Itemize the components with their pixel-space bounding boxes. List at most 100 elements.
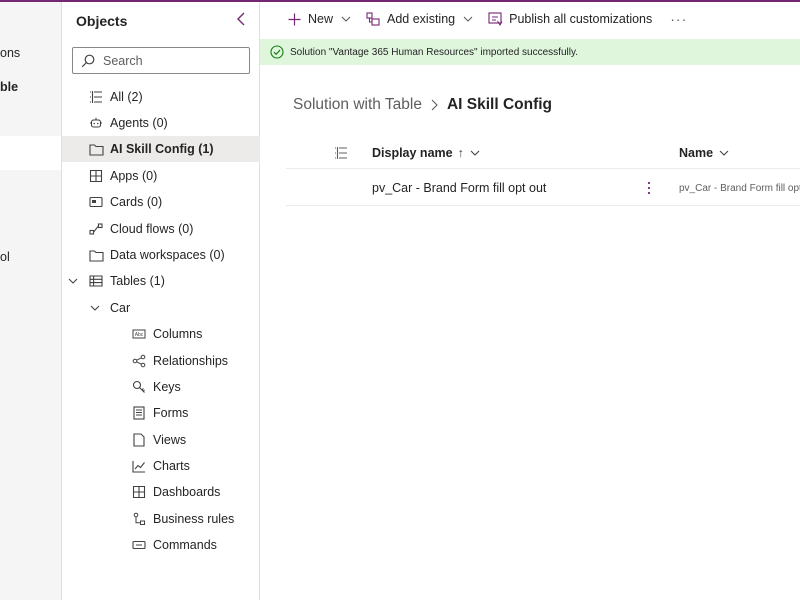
folder-icon (88, 141, 104, 157)
tree-item-label: Car (110, 301, 131, 315)
success-banner: Solution "Vantage 365 Human Resources" i… (260, 39, 800, 65)
search-input[interactable] (103, 53, 243, 68)
tree-item-label: Cards (110, 195, 144, 209)
tree-item-count: (0) (146, 195, 163, 209)
main-content: New Add existing Publish all customizati… (260, 2, 800, 600)
tree-item-business-rules[interactable]: Business rules (131, 506, 234, 532)
folder-icon (88, 247, 104, 263)
objects-title: Objects (76, 13, 128, 29)
add-existing-label: Add existing (387, 12, 456, 26)
tree-item-label: Relationships (153, 354, 229, 368)
relationships-icon (131, 353, 147, 369)
column-header-display-name[interactable]: Display name ↑ (372, 146, 480, 160)
chevron-right-icon (431, 99, 438, 111)
objects-panel: Objects All (2) Agents (0) AI Skill Conf… (62, 2, 260, 600)
tree-item-commands[interactable]: Commands (131, 532, 217, 558)
add-existing-icon (365, 11, 381, 27)
chevron-down-icon (470, 150, 480, 156)
tree-item-label: Columns (153, 327, 203, 341)
tree-item-count: (0) (152, 116, 168, 130)
tree-item-data-workspaces[interactable]: Data workspaces (0) (88, 242, 225, 268)
flow-icon (88, 221, 104, 237)
form-icon (131, 405, 147, 421)
tree-item-label: Dashboards (153, 485, 221, 499)
select-all-list-icon[interactable] (334, 146, 348, 160)
tree-item-label: Forms (153, 406, 189, 420)
tree-item-cloud-flows[interactable]: Cloud flows (0) (88, 216, 193, 242)
new-button-label: New (308, 12, 334, 26)
add-existing-button[interactable]: Add existing (365, 11, 473, 27)
chevron-down-icon[interactable] (341, 16, 351, 22)
breadcrumb-parent-link[interactable]: Solution with Table (293, 96, 422, 114)
apps-icon (88, 168, 104, 184)
tree-item-agents[interactable]: Agents (0) (88, 110, 168, 136)
view-icon (131, 432, 147, 448)
tree-item-label: Views (153, 433, 187, 447)
column-header-label: Name (679, 146, 714, 160)
chevron-down-icon[interactable] (66, 274, 80, 288)
chevron-down-icon (719, 150, 729, 156)
publish-all-button[interactable]: Publish all customizations (487, 11, 652, 27)
left-nav-item-selected-parent[interactable]: ble (0, 80, 18, 94)
cell-display-name[interactable]: pv_Car - Brand Form fill opt out (372, 181, 546, 195)
tree-item-label: Agents (110, 116, 149, 130)
tree-item-label: Business rules (153, 512, 235, 526)
tree-item-label: Tables (110, 274, 147, 288)
sort-ascending-icon: ↑ (457, 146, 464, 160)
chevron-left-icon (237, 12, 245, 26)
columns-icon: Abc (131, 326, 147, 342)
chart-icon (131, 458, 147, 474)
tree-item-label: Commands (153, 538, 217, 552)
left-navigation: ons ble ol (0, 2, 62, 600)
more-commands-button[interactable]: ··· (670, 11, 687, 27)
left-nav-item[interactable]: ons (0, 46, 20, 60)
left-nav-item[interactable]: ol (0, 250, 10, 264)
column-header-label: Display name (372, 146, 453, 160)
tree-item-keys[interactable]: Keys (131, 374, 181, 400)
tree-item-views[interactable]: Views (131, 427, 186, 453)
chevron-down-icon[interactable] (88, 301, 102, 315)
left-nav-selected-item[interactable] (0, 136, 61, 170)
svg-text:Abc: Abc (135, 332, 144, 338)
banner-message: Solution "Vantage 365 Human Resources" i… (290, 46, 578, 58)
grid-header: Display name ↑ Name (286, 138, 800, 169)
tree-item-label: Keys (153, 380, 181, 394)
tree-item-dashboards[interactable]: Dashboards (131, 479, 220, 505)
tree-item-count: (0) (141, 169, 158, 183)
tree-item-label: Cloud flows (110, 222, 175, 236)
tree-item-count: (0) (178, 222, 194, 236)
publish-icon (487, 11, 503, 27)
objects-search[interactable] (72, 47, 250, 74)
dashboard-icon (131, 484, 147, 500)
table-icon (88, 273, 104, 289)
business-rules-icon (131, 511, 147, 527)
tree-item-tables[interactable]: Tables (1) (66, 268, 165, 294)
tree-item-columns[interactable]: Abc Columns (131, 321, 202, 347)
tree-item-all[interactable]: All (2) (88, 84, 143, 110)
tree-item-label: All (110, 90, 124, 104)
chevron-down-icon[interactable] (463, 16, 473, 22)
cell-name: pv_Car - Brand Form fill opt (679, 183, 800, 194)
tree-item-relationships[interactable]: Relationships (131, 348, 228, 374)
more-vertical-icon[interactable] (643, 179, 655, 197)
tree-item-label: Charts (153, 459, 190, 473)
command-icon (131, 537, 147, 553)
publish-all-label: Publish all customizations (509, 12, 653, 26)
table-row[interactable]: pv_Car - Brand Form fill opt out pv_Car … (286, 170, 800, 206)
breadcrumb-current: AI Skill Config (446, 96, 553, 113)
tree-item-charts[interactable]: Charts (131, 453, 190, 479)
collapse-panel-button[interactable] (232, 10, 250, 28)
command-bar: New Add existing Publish all customizati… (260, 2, 800, 36)
new-button[interactable]: New (286, 11, 351, 27)
column-header-name[interactable]: Name (679, 146, 729, 160)
tree-item-forms[interactable]: Forms (131, 400, 188, 426)
tree-item-cards[interactable]: Cards (0) (88, 189, 162, 215)
tree-item-count: (2) (127, 90, 143, 104)
tree-item-car[interactable]: Car (88, 295, 130, 321)
breadcrumb: Solution with Table AI Skill Config (293, 96, 552, 114)
tree-item-label: Apps (110, 169, 139, 183)
tree-item-apps[interactable]: Apps (0) (88, 163, 157, 189)
tree-item-ai-skill-config[interactable]: AI Skill Config (1) (62, 136, 260, 162)
tree-item-label: Data workspaces (110, 248, 206, 262)
tree-item-count: (1) (149, 274, 165, 288)
